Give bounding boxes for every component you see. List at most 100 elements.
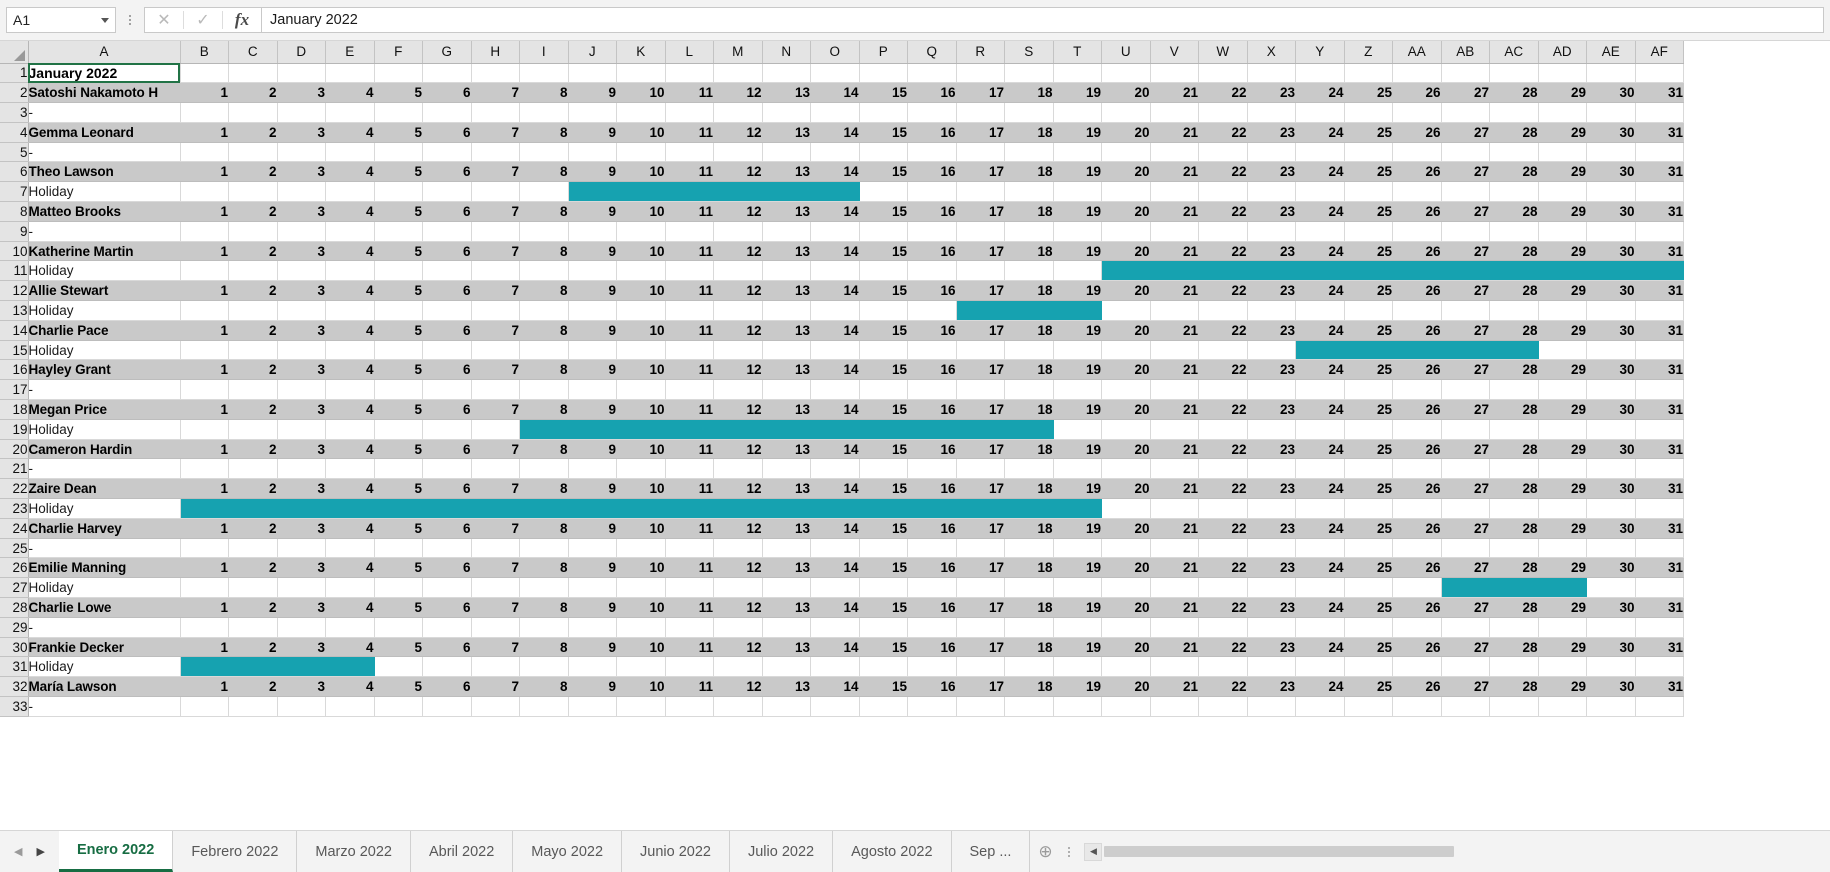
day-number-cell[interactable]: 5 (374, 241, 423, 262)
day-number-cell[interactable]: 9 (568, 359, 617, 381)
day-slot-cell[interactable] (1538, 340, 1587, 361)
day-slot-cell[interactable] (956, 617, 1005, 638)
day-number-cell[interactable]: 31 (1635, 676, 1684, 697)
day-number-cell[interactable]: 27 (1441, 161, 1490, 183)
day-slot-cell[interactable] (568, 221, 617, 242)
day-number-cell[interactable]: 19 (1053, 280, 1102, 302)
day-slot-cell[interactable] (1344, 656, 1393, 678)
day-number-cell[interactable]: 9 (568, 122, 617, 143)
day-slot-cell[interactable] (810, 458, 860, 480)
day-slot-cell[interactable] (1101, 458, 1151, 480)
day-number-cell[interactable]: 8 (519, 557, 569, 579)
day-slot-cell[interactable] (665, 538, 714, 559)
day-number-cell[interactable]: 28 (1489, 241, 1539, 262)
day-slot-cell[interactable] (762, 221, 811, 242)
day-number-cell[interactable]: 14 (810, 637, 860, 658)
day-number-cell[interactable]: 27 (1441, 320, 1490, 341)
day-slot-cell[interactable] (665, 142, 714, 163)
day-slot-cell[interactable] (180, 181, 229, 203)
day-number-cell[interactable]: 2 (228, 676, 278, 697)
table-row[interactable]: 9- (0, 221, 1684, 242)
day-slot-cell[interactable] (1198, 181, 1248, 203)
row-header-5[interactable]: 5 (0, 142, 29, 163)
day-slot-cell[interactable] (1150, 340, 1199, 361)
day-slot-cell[interactable] (1198, 656, 1248, 678)
day-number-cell[interactable]: 25 (1344, 637, 1393, 658)
day-number-cell[interactable]: 12 (713, 478, 763, 500)
day-slot-cell[interactable] (1053, 181, 1102, 203)
day-slot-cell[interactable] (519, 221, 569, 242)
day-slot-cell[interactable] (1635, 617, 1684, 638)
day-number-cell[interactable]: 4 (325, 241, 375, 262)
day-slot-cell[interactable] (1053, 419, 1102, 440)
day-number-cell[interactable]: 27 (1441, 597, 1490, 618)
day-number-cell[interactable]: 23 (1247, 161, 1296, 183)
day-number-cell[interactable]: 16 (907, 280, 957, 302)
day-slot-cell[interactable] (325, 142, 375, 163)
day-number-cell[interactable]: 30 (1586, 676, 1636, 697)
day-number-cell[interactable]: 12 (713, 518, 763, 539)
day-slot-cell[interactable] (471, 340, 520, 361)
day-number-cell[interactable]: 15 (859, 439, 908, 460)
kebab-menu-icon[interactable] (1060, 831, 1078, 872)
day-number-cell[interactable]: 9 (568, 676, 617, 697)
holiday-bar-cell[interactable] (1101, 260, 1151, 282)
day-slot-cell[interactable] (180, 419, 229, 440)
day-number-cell[interactable]: 17 (956, 557, 1005, 579)
day-slot-cell[interactable] (1538, 142, 1587, 163)
day-number-cell[interactable]: 13 (762, 201, 811, 222)
day-slot-cell[interactable] (665, 656, 714, 678)
day-number-cell[interactable]: 1 (180, 241, 229, 262)
holiday-bar-cell[interactable] (180, 498, 229, 519)
table-row[interactable]: 29- (0, 617, 1684, 638)
day-slot-cell[interactable] (1295, 577, 1345, 599)
day-number-cell[interactable]: 15 (859, 161, 908, 183)
day-number-cell[interactable]: 14 (810, 161, 860, 183)
day-slot-cell[interactable] (180, 221, 229, 242)
holiday-bar-cell[interactable] (956, 498, 1005, 519)
day-slot-cell[interactable] (1295, 221, 1345, 242)
day-slot-cell[interactable] (325, 538, 375, 559)
day-number-cell[interactable]: 18 (1004, 320, 1054, 341)
day-slot-cell[interactable] (810, 577, 860, 599)
day-slot-cell[interactable] (471, 538, 520, 559)
day-number-cell[interactable]: 4 (325, 478, 375, 500)
day-number-cell[interactable]: 26 (1392, 557, 1442, 579)
sheet-tab-febrero-2022[interactable]: Febrero 2022 (173, 831, 298, 872)
day-slot-cell[interactable] (1635, 63, 1684, 84)
sheet-tab-sep[interactable]: Sep ... (952, 831, 1031, 872)
day-slot-cell[interactable] (180, 617, 229, 638)
day-slot-cell[interactable] (1441, 63, 1490, 84)
holiday-bar-cell[interactable] (277, 498, 326, 519)
day-slot-cell[interactable] (180, 142, 229, 163)
day-number-cell[interactable]: 31 (1635, 478, 1684, 500)
row-header-24[interactable]: 24 (0, 518, 29, 539)
day-number-cell[interactable]: 6 (422, 637, 472, 658)
day-number-cell[interactable]: 31 (1635, 82, 1684, 104)
day-slot-cell[interactable] (1101, 498, 1151, 519)
day-number-cell[interactable]: 14 (810, 241, 860, 262)
day-slot-cell[interactable] (1101, 379, 1151, 401)
day-number-cell[interactable]: 21 (1150, 241, 1199, 262)
day-number-cell[interactable]: 29 (1538, 82, 1587, 104)
day-number-cell[interactable]: 10 (616, 557, 666, 579)
day-number-cell[interactable]: 20 (1101, 597, 1151, 618)
day-number-cell[interactable]: 14 (810, 201, 860, 222)
day-number-cell[interactable]: 29 (1538, 280, 1587, 302)
day-number-cell[interactable]: 7 (471, 320, 520, 341)
day-slot-cell[interactable] (180, 260, 229, 282)
day-number-cell[interactable]: 21 (1150, 637, 1199, 658)
day-number-cell[interactable]: 5 (374, 359, 423, 381)
day-slot-cell[interactable] (762, 260, 811, 282)
day-slot-cell[interactable] (228, 419, 278, 440)
day-number-cell[interactable]: 12 (713, 122, 763, 143)
day-slot-cell[interactable] (907, 142, 957, 163)
day-slot-cell[interactable] (1247, 577, 1296, 599)
day-slot-cell[interactable] (1004, 696, 1054, 717)
holiday-bar-cell[interactable] (762, 419, 811, 440)
day-slot-cell[interactable] (1635, 419, 1684, 440)
day-slot-cell[interactable] (277, 102, 326, 123)
day-number-cell[interactable]: 22 (1198, 637, 1248, 658)
day-slot-cell[interactable] (1344, 379, 1393, 401)
day-slot-cell[interactable] (1295, 102, 1345, 123)
